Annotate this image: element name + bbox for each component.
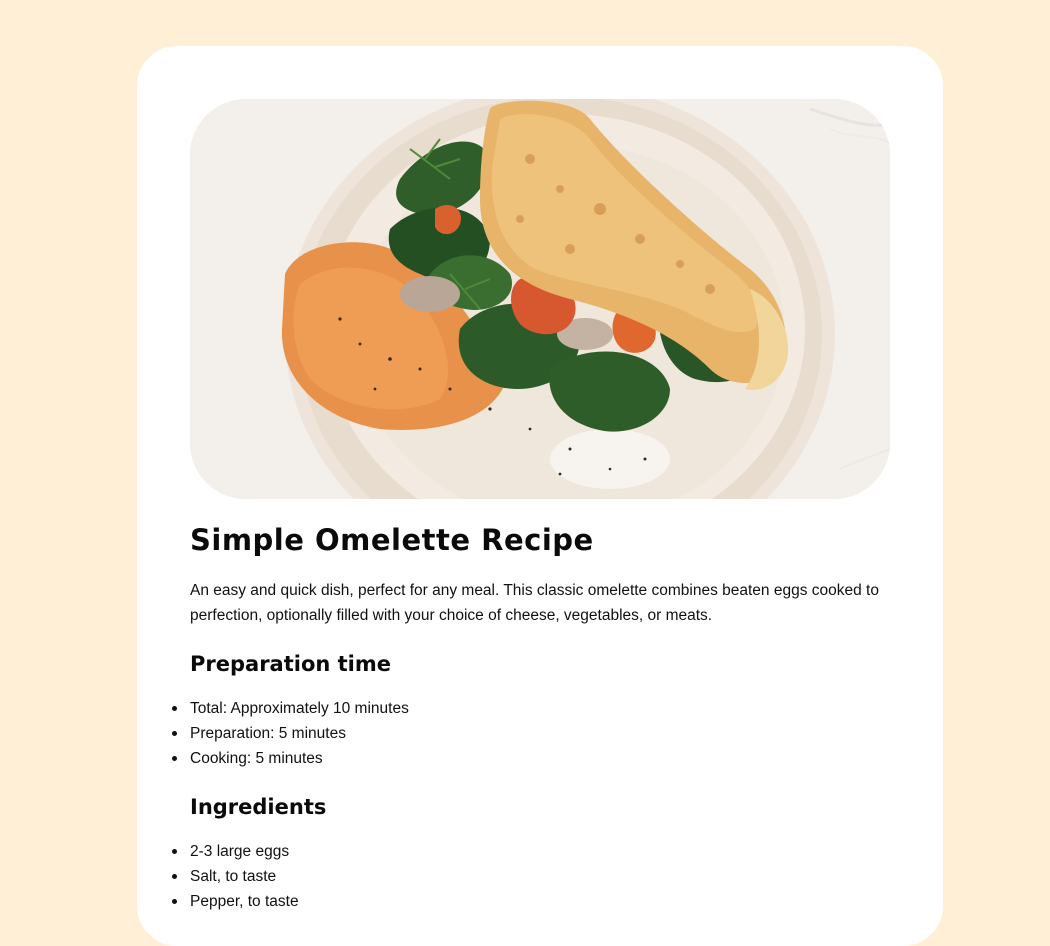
recipe-card: Simple Omelette Recipe An easy and quick… <box>137 46 943 946</box>
list-item: Pepper, to taste <box>172 889 890 914</box>
list-item: Cooking: 5 minutes <box>172 746 890 771</box>
list-item: Salt, to taste <box>172 864 890 889</box>
recipe-title: Simple Omelette Recipe <box>190 523 594 557</box>
list-item: 2-3 large eggs <box>172 839 890 864</box>
ingredients-heading: Ingredients <box>190 795 327 819</box>
prep-time-heading: Preparation time <box>190 652 392 676</box>
recipe-description: An easy and quick dish, perfect for any … <box>190 582 879 624</box>
omelette-photo <box>190 99 890 499</box>
list-item: Total: Approximately 10 minutes <box>172 696 890 721</box>
ingredients-list: 2-3 large eggs Salt, to taste Pepper, to… <box>172 839 890 914</box>
list-item: Preparation: 5 minutes <box>172 721 890 746</box>
prep-time-list: Total: Approximately 10 minutes Preparat… <box>172 696 890 771</box>
